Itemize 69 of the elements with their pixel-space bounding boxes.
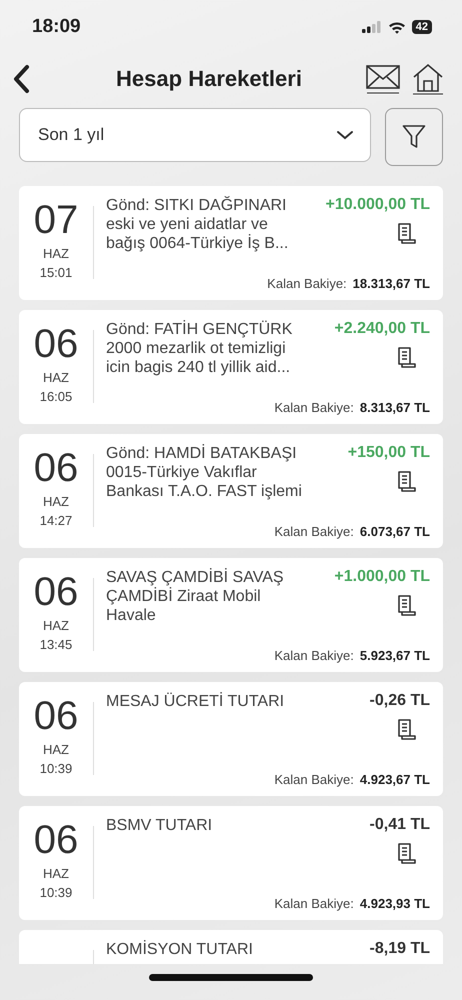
page-title: Hesap Hareketleri bbox=[115, 66, 303, 92]
transaction-amount: -8,19 TL bbox=[370, 940, 430, 958]
transaction-month: HAZ bbox=[43, 246, 69, 261]
transaction-month: HAZ bbox=[43, 370, 69, 385]
transaction-card[interactable]: 06 HAZ 13:45 SAVAŞ ÇAMDİBİ SAVAŞ ÇAMDİBİ Ziraat Mobil Havale +1.000,00 TL Kalan Bakiye: 5.923,67 TL bbox=[19, 558, 443, 672]
transaction-day: 06 bbox=[34, 448, 78, 488]
signal-icon bbox=[362, 21, 382, 33]
transaction-day: 06 bbox=[34, 820, 78, 860]
transaction-amount: +1.000,00 TL bbox=[334, 568, 430, 586]
transaction-description: Gönd: FATİH GENÇTÜRK 2000 mezarlik ot temizligi icin bagis 240 tl yillik aid... bbox=[106, 320, 294, 377]
transaction-amount: +10.000,00 TL bbox=[325, 196, 430, 214]
balance-value: 18.313,67 TL bbox=[352, 276, 430, 291]
balance-value: 4.923,93 TL bbox=[360, 896, 430, 911]
transaction-day: 06 bbox=[34, 696, 78, 736]
balance-label: Kalan Bakiye: bbox=[274, 896, 354, 911]
balance-value: 6.073,67 TL bbox=[360, 524, 430, 539]
envelope-icon[interactable] bbox=[366, 64, 400, 94]
battery-indicator: 42 bbox=[412, 20, 432, 34]
balance-label: Kalan Bakiye: bbox=[274, 648, 354, 663]
balance-label: Kalan Bakiye: bbox=[267, 276, 347, 291]
balance-label: Kalan Bakiye: bbox=[274, 772, 354, 787]
transaction-amount: +2.240,00 TL bbox=[334, 320, 430, 338]
transaction-description: Gönd: HAMDİ BATAKBAŞI 0015-Türkiye Vakıflar Bankası T.A.O. FAST işlemi bbox=[106, 444, 302, 501]
transaction-card[interactable]: KOMİSYON TUTARI -8,19 TL bbox=[19, 930, 443, 964]
transaction-description: SAVAŞ ÇAMDİBİ SAVAŞ ÇAMDİBİ Ziraat Mobil Havale bbox=[106, 568, 285, 625]
transaction-amount: -0,41 TL bbox=[370, 816, 430, 834]
transaction-amount: -0,26 TL bbox=[370, 692, 430, 710]
transaction-time: 15:01 bbox=[40, 265, 72, 280]
receipt-icon[interactable] bbox=[396, 222, 418, 246]
transaction-card[interactable]: 06 HAZ 14:27 Gönd: HAMDİ BATAKBAŞI 0015-Türkiye Vakıflar Bankası T.A.O. FAST işlemi +150,00 TL Kalan Bakiye: 6.073,67 TL bbox=[19, 434, 443, 548]
balance-value: 4.923,67 TL bbox=[360, 772, 430, 787]
receipt-icon[interactable] bbox=[396, 346, 418, 370]
period-dropdown[interactable]: Son 1 yıl bbox=[19, 108, 371, 162]
transaction-time: 10:39 bbox=[40, 885, 72, 900]
receipt-icon[interactable] bbox=[396, 470, 418, 494]
transaction-time: 13:45 bbox=[40, 637, 72, 652]
receipt-icon[interactable] bbox=[396, 594, 418, 618]
transaction-amount: +150,00 TL bbox=[348, 444, 430, 462]
home-icon[interactable] bbox=[412, 63, 444, 95]
receipt-icon[interactable] bbox=[396, 718, 418, 742]
back-icon[interactable] bbox=[12, 64, 30, 94]
transaction-description: MESAJ ÜCRETİ TUTARI bbox=[106, 692, 284, 712]
transaction-description: BSMV TUTARI bbox=[106, 816, 212, 836]
transaction-month: HAZ bbox=[43, 866, 69, 881]
filter-icon bbox=[402, 124, 426, 150]
transaction-description: Gönd: SITKI DAĞPINARI eski ve yeni aidatlar ve bağış 0064-Türkiye İş B... bbox=[106, 196, 290, 253]
transaction-day: 07 bbox=[34, 200, 78, 240]
transaction-time: 14:27 bbox=[40, 513, 72, 528]
transaction-time: 10:39 bbox=[40, 761, 72, 776]
transaction-card[interactable]: 06 HAZ 10:39 MESAJ ÜCRETİ TUTARI -0,26 TL Kalan Bakiye: 4.923,67 TL bbox=[19, 682, 443, 796]
transaction-day: 06 bbox=[34, 572, 78, 612]
transaction-description: KOMİSYON TUTARI bbox=[106, 940, 253, 959]
balance-value: 5.923,67 TL bbox=[360, 648, 430, 663]
status-time: 18:09 bbox=[32, 16, 81, 38]
transaction-card[interactable]: 07 HAZ 15:01 Gönd: SITKI DAĞPINARI eski ve yeni aidatlar ve bağış 0064-Türkiye İş B... +10.000,00 TL Kalan Bakiye: 18.313,67 TL bbox=[19, 186, 443, 300]
transaction-month: HAZ bbox=[43, 494, 69, 509]
transaction-day: 06 bbox=[34, 324, 78, 364]
transaction-month: HAZ bbox=[43, 618, 69, 633]
transaction-card[interactable]: 06 HAZ 16:05 Gönd: FATİH GENÇTÜRK 2000 mezarlik ot temizligi icin bagis 240 tl yillik aid... +2.240,00 TL Kalan Bakiye: 8.313,67 TL bbox=[19, 310, 443, 424]
transaction-time: 16:05 bbox=[40, 389, 72, 404]
transaction-month: HAZ bbox=[43, 742, 69, 757]
balance-label: Kalan Bakiye: bbox=[274, 400, 354, 415]
balance-value: 8.313,67 TL bbox=[360, 400, 430, 415]
balance-label: Kalan Bakiye: bbox=[274, 524, 354, 539]
transaction-card[interactable]: 06 HAZ 10:39 BSMV TUTARI -0,41 TL Kalan Bakiye: 4.923,93 TL bbox=[19, 806, 443, 920]
receipt-icon[interactable] bbox=[396, 842, 418, 866]
filter-button[interactable] bbox=[385, 108, 443, 166]
chevron-down-icon bbox=[336, 130, 354, 140]
wifi-icon bbox=[388, 20, 406, 34]
